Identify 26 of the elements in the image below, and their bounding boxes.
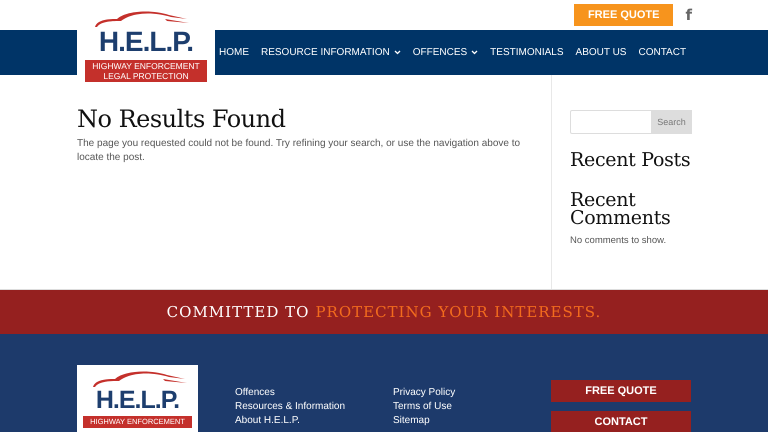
nav-link[interactable]: HOME: [219, 47, 249, 58]
footer-link[interactable]: Resources & Information: [235, 401, 393, 412]
search-field[interactable]: [570, 110, 651, 134]
logo-text: H.E.L.P.: [94, 385, 180, 415]
slogan-text: COMMITTED TO: [166, 303, 310, 321]
nav-link[interactable]: CONTACT: [638, 47, 686, 58]
footer-button[interactable]: FREE QUOTE: [551, 380, 691, 402]
nav-link[interactable]: ABOUT US: [576, 47, 626, 58]
widget-heading: Recent Posts: [570, 151, 692, 169]
logo-text: H.E.L.P.: [98, 25, 194, 59]
nav-link[interactable]: TESTIMONIALS: [490, 47, 564, 58]
nav-link[interactable]: RESOURCE INFORMATION: [261, 47, 401, 58]
footer-link[interactable]: Offences: [235, 387, 393, 398]
logo-banner: HIGHWAY ENFORCEMENT LEGAL PROTECTION: [85, 60, 207, 82]
footer-link[interactable]: Terms of Use: [393, 401, 551, 412]
no-comments-text: No comments to show.: [570, 235, 668, 246]
footer-link[interactable]: About H.E.L.P.: [235, 415, 393, 426]
nav-link[interactable]: OFFENCES: [412, 47, 478, 58]
not-found-message: The page you requested could not be found. Try refining your search, or use the navigation above to locate the post.: [77, 137, 522, 164]
footer-link[interactable]: Privacy Policy: [393, 387, 551, 398]
slogan-highlight: PROTECTING YOUR INTERESTS.: [315, 303, 602, 321]
facebook-icon[interactable]: f: [685, 6, 692, 24]
widget-heading: Recent Comments: [570, 191, 672, 227]
footer-button[interactable]: CONTACT: [551, 411, 691, 432]
footer-link[interactable]: Sitemap: [393, 415, 551, 426]
page-heading: No Results Found: [77, 106, 286, 132]
